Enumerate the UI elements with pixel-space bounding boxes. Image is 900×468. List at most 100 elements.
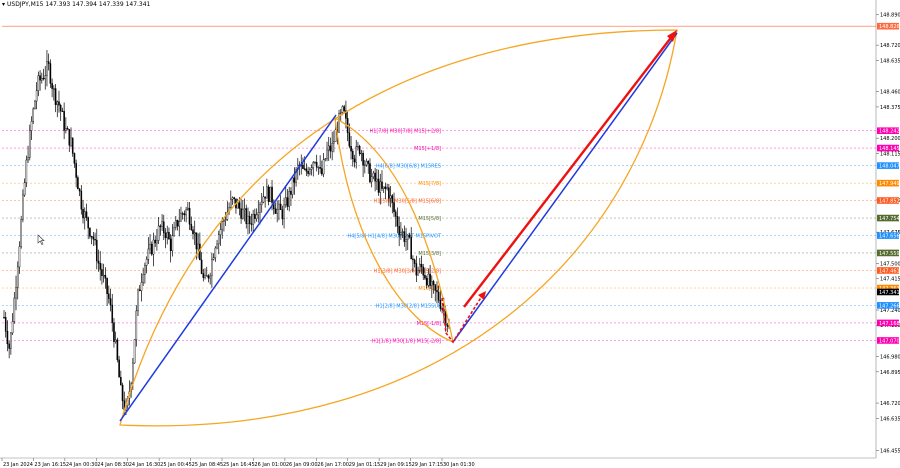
y-tick-label: 148.720 xyxy=(880,43,900,49)
murrey-level-label: H4[6/8] M30[6/8] M15RES xyxy=(376,164,441,170)
candle-body xyxy=(162,221,165,234)
candle-body xyxy=(394,211,397,217)
candle-body xyxy=(376,178,378,182)
candle-body xyxy=(382,186,385,189)
y-tick-label: 148.635 xyxy=(880,58,900,64)
candle-body xyxy=(315,161,318,168)
candle-body xyxy=(233,197,236,200)
x-tick-label: 29 Jan 17:15 xyxy=(412,462,444,468)
x-tick-label: 24 Jan 08:30 xyxy=(97,462,129,468)
price-tag-label: 148.826 xyxy=(879,24,900,30)
candle-body xyxy=(339,112,342,114)
candle-body xyxy=(388,187,390,199)
candle-body xyxy=(94,239,96,241)
candle-body xyxy=(312,162,315,169)
candle-body xyxy=(212,257,215,260)
x-tick-label: 26 Jan 01:00 xyxy=(254,462,286,468)
murrey-level-label: H1[1/8] M30[1/8] M15[-2/8] xyxy=(372,338,441,344)
candle-body xyxy=(40,78,43,81)
candle-body xyxy=(97,260,100,264)
candle-body xyxy=(30,121,33,131)
price-chart[interactable]: H1[7/8] M30[7/8] M15[+2/8] M15[+1/8] H4[6/… xyxy=(0,0,900,468)
x-tick-label: 23 Jan 16:15 xyxy=(34,462,66,468)
candle-body xyxy=(418,263,421,271)
candle-body xyxy=(56,101,59,105)
candle-body xyxy=(403,231,406,242)
candle-body xyxy=(429,273,431,286)
candle-body xyxy=(42,78,45,80)
candle-body xyxy=(132,362,134,384)
candle-body xyxy=(137,289,139,312)
candle-body xyxy=(276,208,278,214)
murrey-level-label: M15[+1/8] xyxy=(414,146,441,152)
candle-body xyxy=(82,209,84,219)
candle-body xyxy=(391,195,394,203)
candle-body xyxy=(281,209,284,220)
candle-body xyxy=(46,61,48,76)
candle-body xyxy=(260,201,263,205)
candle-body xyxy=(83,211,86,219)
candle-body xyxy=(243,208,246,210)
candle-body xyxy=(266,186,268,199)
candle-body xyxy=(169,238,172,252)
candle-body xyxy=(274,208,277,214)
time-axis[interactable]: 23 Jan 2024 23 Jan 16:15 24 Jan 00:30 24 Ja… xyxy=(1,458,475,468)
candle-body xyxy=(427,273,430,286)
candle-body xyxy=(104,275,107,279)
candle-body xyxy=(4,317,7,332)
candle-body xyxy=(133,339,136,364)
candle-body xyxy=(262,196,265,203)
candle-body xyxy=(78,188,81,192)
murrey-level-label: M15[-1/8] xyxy=(417,321,441,327)
candle-body xyxy=(61,110,64,113)
y-tick-label: 148.890 xyxy=(880,13,900,19)
candle-body xyxy=(216,243,218,249)
candle-body xyxy=(159,225,162,227)
candle-body xyxy=(384,186,387,189)
candle-body xyxy=(109,298,112,306)
candle-body xyxy=(364,164,366,166)
candle-body xyxy=(34,100,36,110)
candle-body xyxy=(68,129,71,146)
candle-body xyxy=(408,234,411,238)
y-tick-label: 146.635 xyxy=(880,416,900,422)
price-tag-label: 147.559 xyxy=(879,251,900,257)
candle-body xyxy=(176,220,179,227)
candle-body xyxy=(102,275,105,277)
y-tick-label: 148.115 xyxy=(880,151,900,157)
candle-body xyxy=(99,263,102,270)
price-tag-label: 148.242 xyxy=(879,129,900,135)
y-tick-label: 147.415 xyxy=(880,277,900,283)
candles xyxy=(3,49,450,415)
candle-body xyxy=(37,75,40,91)
price-tag-label: 147.656 xyxy=(879,234,900,240)
candle-body xyxy=(156,240,158,244)
candle-body xyxy=(71,137,74,154)
candle-body xyxy=(145,259,148,266)
candle-body xyxy=(401,231,404,233)
candle-body xyxy=(279,203,282,210)
candle-body xyxy=(95,239,98,262)
candle-body xyxy=(307,171,309,174)
candle-body xyxy=(27,157,29,161)
candle-body xyxy=(322,159,325,175)
candle-body xyxy=(73,153,76,164)
candle-body xyxy=(327,145,330,151)
candle-body xyxy=(211,259,213,277)
candle-body xyxy=(23,182,26,196)
candle-body xyxy=(329,145,332,152)
candle-body xyxy=(3,316,5,319)
candle-body xyxy=(377,178,380,193)
candle-body xyxy=(374,172,376,182)
candle-body xyxy=(319,167,321,169)
candle-body xyxy=(245,208,248,224)
candle-body xyxy=(238,202,241,209)
candle-body xyxy=(240,208,242,219)
candle-body xyxy=(147,248,150,260)
candle-body xyxy=(417,270,419,276)
candle-body xyxy=(39,75,41,81)
candle-body xyxy=(197,243,199,250)
chevron-down-icon[interactable]: ▾ xyxy=(2,1,5,8)
candle-body xyxy=(116,339,119,361)
y-tick-label: 148.460 xyxy=(880,90,900,96)
